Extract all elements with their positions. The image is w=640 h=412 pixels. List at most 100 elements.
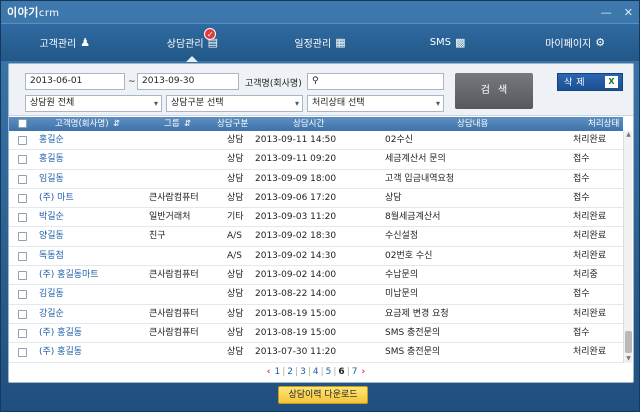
date-to-input[interactable]: 2013-09-30 bbox=[137, 73, 239, 90]
nav-mypage[interactable]: 마이페이지 ⚙ bbox=[511, 24, 639, 61]
cell-status: 접수 bbox=[573, 289, 590, 300]
cell-content: 02수신 bbox=[385, 135, 414, 145]
cell-content: 고객 입금내역요청 bbox=[385, 173, 455, 184]
page-separator: | bbox=[282, 367, 286, 377]
vertical-scrollbar[interactable]: ▲ ▼ bbox=[623, 131, 632, 363]
title-bar: 이야기crm — ✕ bbox=[1, 1, 639, 23]
cell-content: 세금계산서 문의 bbox=[385, 154, 446, 165]
scroll-down-icon[interactable]: ▼ bbox=[624, 355, 633, 363]
cell-status: 처리중 bbox=[573, 270, 598, 281]
table-row[interactable]: (주) 홍길동 큰사람컴퓨터 상담 2013-08-19 15:00 SMS 충전문의 접… bbox=[9, 324, 623, 344]
row-checkbox[interactable] bbox=[18, 290, 27, 302]
table-row[interactable]: (주) 홍길동 상담 2013-07-30 11:20 SMS 충전문의 처리완료 bbox=[9, 343, 623, 363]
page-link[interactable]: 4 bbox=[313, 367, 319, 377]
table-row[interactable]: 임길동 상담 2013-09-09 18:00 고객 입금내역요청 접수 bbox=[9, 170, 623, 189]
table-row[interactable]: 김길동 상담 2013-08-22 14:00 미납문의 접수 bbox=[9, 285, 623, 305]
cell-name[interactable]: 홍길동 bbox=[39, 150, 64, 169]
row-checkbox[interactable] bbox=[18, 193, 27, 206]
page-link[interactable]: 3 bbox=[300, 367, 306, 377]
minimize-button[interactable]: — bbox=[601, 6, 612, 19]
cell-content: SMS 충전문의 bbox=[385, 327, 441, 338]
delete-button[interactable]: 삭제 X bbox=[557, 73, 623, 91]
next-page-icon[interactable]: › bbox=[361, 367, 365, 377]
cell-name[interactable]: 박길순 bbox=[39, 208, 64, 227]
cell-name[interactable]: 임길동 bbox=[39, 170, 64, 189]
search-input[interactable]: ⚲ bbox=[307, 73, 444, 90]
category-select[interactable]: 상담구분 선택 bbox=[166, 95, 303, 112]
cell-status: 처리완료 bbox=[573, 135, 607, 145]
row-checkbox[interactable] bbox=[18, 174, 27, 187]
page-link[interactable]: 7 bbox=[352, 367, 358, 377]
app-window: 이야기crm — ✕ 고객관리 ♟ 상담관리 ▤ ✓ 일정관리 ▦ SMS ▩ 마이페이… bbox=[0, 0, 640, 412]
status-select[interactable]: 처리상태 선택 bbox=[307, 95, 444, 112]
cell-time: 2013-09-02 14:30 bbox=[255, 250, 337, 261]
cell-name[interactable]: 강길순 bbox=[39, 305, 64, 324]
scroll-thumb[interactable] bbox=[625, 331, 632, 353]
cell-name[interactable]: 독동점 bbox=[39, 247, 64, 266]
cell-name[interactable]: (주) 홍길동 bbox=[39, 324, 82, 343]
table-row[interactable]: 박길순 일반거래처 기타 2013-09-03 11:20 8월세금계산서 처리완료 bbox=[9, 208, 623, 228]
cell-time: 2013-09-11 14:50 bbox=[255, 135, 337, 145]
row-checkbox[interactable] bbox=[18, 271, 27, 283]
nav-sms[interactable]: SMS ▩ bbox=[384, 24, 512, 61]
cell-name[interactable]: (주) 홍길동마트 bbox=[39, 266, 99, 285]
cell-group: 큰사람컴퓨터 bbox=[149, 308, 199, 319]
sms-icon: ▩ bbox=[455, 36, 466, 49]
table-row[interactable]: 양길동 친구 A/S 2013-09-02 18:30 수신설정 처리완료 bbox=[9, 227, 623, 247]
scroll-up-icon[interactable]: ▲ bbox=[624, 131, 633, 139]
prev-page-icon[interactable]: ‹ bbox=[267, 367, 271, 377]
cell-name[interactable]: 양길동 bbox=[39, 227, 64, 246]
counselor-select[interactable]: 상담원 전체 bbox=[25, 95, 162, 112]
table-header: 고객명(회사명) ⇵ 그룹 ⇵ 상담구분 상담시간 상담내용 처리상태 bbox=[9, 117, 623, 131]
col-customer[interactable]: 고객명(회사명) bbox=[55, 117, 109, 131]
page-separator: | bbox=[307, 367, 311, 377]
cell-type: 상담 bbox=[227, 173, 244, 184]
row-checkbox[interactable] bbox=[18, 251, 27, 264]
excel-icon[interactable]: X bbox=[605, 76, 618, 88]
cell-name[interactable]: (주) 홍길동 bbox=[39, 343, 82, 362]
close-button[interactable]: ✕ bbox=[624, 6, 633, 19]
cell-content: 미납문의 bbox=[385, 289, 419, 300]
nav-customers[interactable]: 고객관리 ♟ bbox=[1, 24, 129, 61]
download-history-button[interactable]: 상담이력 다운로드 bbox=[278, 386, 368, 404]
nav-consultation[interactable]: 상담관리 ▤ ✓ bbox=[129, 24, 257, 62]
search-button[interactable]: 검색 bbox=[455, 73, 533, 109]
cell-type: 상담 bbox=[227, 308, 244, 319]
table-row[interactable]: 홍길순 상담 2013-09-11 14:50 02수신 처리완료 bbox=[9, 131, 623, 151]
consultation-rows: 홍길순 상담 2013-09-11 14:50 02수신 처리완료 홍길동 상담 2013-0… bbox=[9, 131, 623, 363]
main-nav: 고객관리 ♟ 상담관리 ▤ ✓ 일정관리 ▦ SMS ▩ 마이페이지 ⚙ bbox=[1, 23, 639, 62]
page-link[interactable]: 5 bbox=[326, 367, 332, 377]
row-checkbox[interactable] bbox=[18, 155, 27, 167]
page-separator: | bbox=[295, 367, 299, 377]
row-checkbox[interactable] bbox=[18, 328, 27, 341]
sort-group-icon[interactable]: ⇵ bbox=[184, 117, 191, 131]
cell-content: 수납문의 bbox=[385, 270, 419, 281]
page-separator: | bbox=[320, 367, 324, 377]
sort-customer-icon[interactable]: ⇵ bbox=[113, 117, 120, 131]
row-checkbox[interactable] bbox=[18, 136, 27, 148]
cell-name[interactable]: 홍길순 bbox=[39, 131, 64, 150]
cell-type: 상담 bbox=[227, 270, 244, 281]
page-link[interactable]: 1 bbox=[275, 367, 281, 377]
cell-group: 일반거래처 bbox=[149, 212, 191, 223]
col-group[interactable]: 그룹 bbox=[164, 117, 180, 131]
person-icon: ♟ bbox=[80, 36, 91, 49]
cell-name[interactable]: (주) 마트 bbox=[39, 189, 74, 208]
table-row[interactable]: 독동점 A/S 2013-09-02 14:30 02번호 수신 처리완료 bbox=[9, 247, 623, 267]
row-checkbox[interactable] bbox=[18, 309, 27, 322]
row-checkbox[interactable] bbox=[18, 213, 27, 225]
row-checkbox[interactable] bbox=[18, 232, 27, 244]
row-checkbox[interactable] bbox=[18, 348, 27, 360]
page-link[interactable]: 6 bbox=[338, 367, 344, 377]
nav-schedule[interactable]: 일정관리 ▦ bbox=[256, 24, 384, 61]
cell-name[interactable]: 김길동 bbox=[39, 285, 64, 304]
cell-time: 2013-09-09 18:00 bbox=[255, 173, 337, 184]
table-row[interactable]: (주) 홍길동마트 큰사람컴퓨터 상담 2013-09-02 14:00 수납문의 처리중 bbox=[9, 266, 623, 286]
table-row[interactable]: 홍길동 상담 2013-09-11 09:20 세금계산서 문의 접수 bbox=[9, 150, 623, 170]
table-row[interactable]: (주) 마트 큰사람컴퓨터 상담 2013-09-06 17:20 상담 접수 bbox=[9, 189, 623, 209]
cell-type: 상담 bbox=[227, 347, 244, 358]
table-row[interactable]: 강길순 큰사람컴퓨터 상담 2013-08-19 15:00 요금제 변경 요청 처리완료 bbox=[9, 305, 623, 324]
cell-type: A/S bbox=[227, 231, 242, 242]
date-from-input[interactable]: 2013-06-01 bbox=[25, 73, 125, 90]
page-link[interactable]: 2 bbox=[287, 367, 293, 377]
